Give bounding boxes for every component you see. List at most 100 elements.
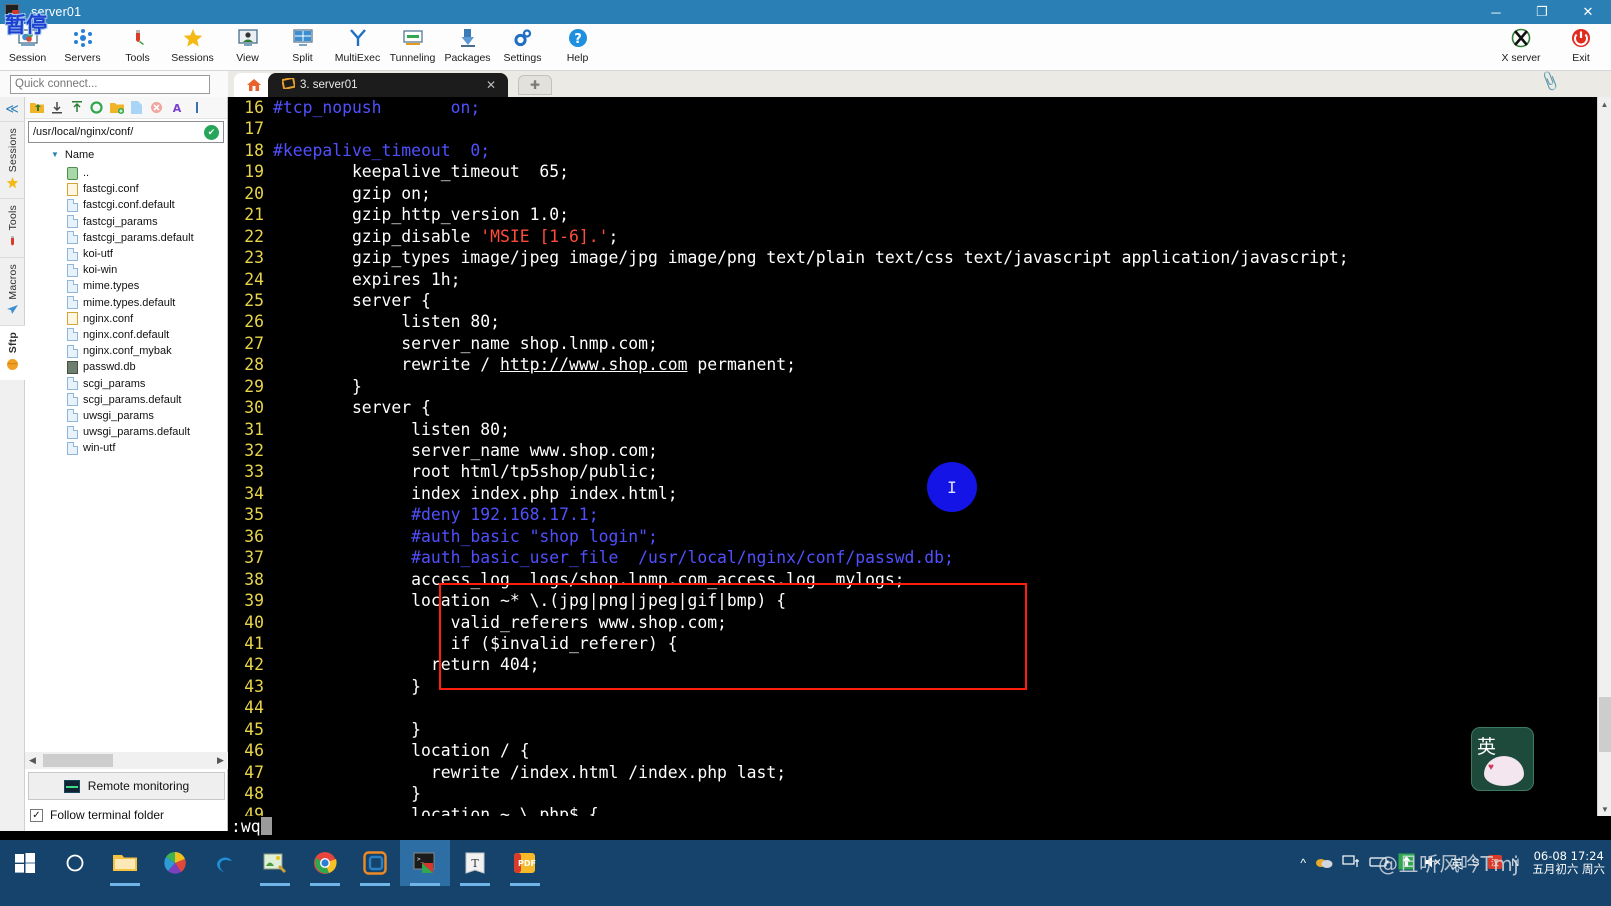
follow-terminal-folder-row[interactable]: ✓ Follow terminal folder	[30, 808, 164, 822]
close-button[interactable]: ✕	[1565, 0, 1611, 24]
typora[interactable]: T	[450, 840, 500, 886]
download-icon[interactable]	[49, 100, 64, 115]
terminal-vertical-scrollbar[interactable]: ▲ ▼	[1597, 97, 1611, 816]
svg-text:T: T	[471, 857, 479, 870]
sftp-horizontal-scrollbar[interactable]: ◀ ▶	[25, 752, 228, 769]
terminal-view[interactable]: 16 #tcp_nopush on; 17 18 #keepalive_timeout …	[228, 97, 1597, 816]
mobaxterm[interactable]: >_	[400, 840, 450, 886]
info-icon[interactable]	[189, 100, 204, 115]
onedrive-icon[interactable]	[1315, 855, 1333, 872]
minimize-button[interactable]: ─	[1473, 0, 1519, 24]
line-text: server {	[273, 290, 431, 311]
file-row[interactable]: fastcgi.conf.default	[25, 197, 228, 213]
sidebar-tab-tools[interactable]: Tools	[0, 198, 25, 257]
file-row[interactable]: koi-win	[25, 262, 228, 278]
text-mode-icon[interactable]: A	[169, 100, 184, 115]
sftp-file-list[interactable]: .. fastcgi.conf fastcgi.conf.default fastcg…	[25, 165, 228, 849]
quick-connect-input[interactable]	[10, 74, 210, 94]
new-folder-icon[interactable]	[109, 100, 124, 115]
ribbon-label: Tunneling	[389, 52, 436, 64]
file-row[interactable]: nginx.conf_mybak	[25, 343, 228, 359]
file-row[interactable]: mime.types.default	[25, 295, 228, 311]
file-row[interactable]: nginx.conf.default	[25, 327, 228, 343]
scroll-thumb-vertical[interactable]	[1599, 697, 1611, 752]
tab-close-icon[interactable]: ✕	[486, 78, 496, 92]
code-segment: #auth_basic "shop login";	[273, 526, 658, 546]
ribbon-packages[interactable]: Packages	[440, 24, 495, 71]
scroll-down-arrow[interactable]: ▼	[1598, 802, 1611, 816]
file-row[interactable]: fastcgi.conf	[25, 181, 228, 197]
ribbon-label: Tools	[125, 52, 150, 64]
network-icon[interactable]	[1342, 854, 1360, 872]
sidebar-tab-label: Tools	[6, 205, 19, 231]
scroll-up-arrow[interactable]: ▲	[1598, 97, 1611, 111]
file-row[interactable]: uwsgi_params	[25, 408, 228, 424]
terminal-key-icon	[281, 76, 297, 92]
file-column-header[interactable]: ▼ Name	[25, 146, 227, 163]
ribbon-tunneling[interactable]: Tunneling	[385, 24, 440, 71]
ribbon-exit[interactable]: Exit	[1551, 24, 1611, 71]
ribbon-view[interactable]: View	[220, 24, 275, 71]
ribbon-x-server[interactable]: X server	[1491, 24, 1551, 71]
code-segment: permanent;	[687, 355, 797, 375]
file-row[interactable]: fastcgi_params	[25, 214, 228, 230]
ribbon-tools[interactable]: Tools	[110, 24, 165, 71]
collapse-sidebar-button[interactable]: ≪	[0, 97, 24, 121]
delete-icon[interactable]	[149, 100, 164, 115]
remote-monitoring-button[interactable]: Remote monitoring	[28, 772, 225, 800]
file-row[interactable]: mime.types	[25, 278, 228, 294]
taskbar-clock[interactable]: 06-08 17:24 五月初六 周六	[1532, 849, 1605, 876]
ime-floating-widget[interactable]: 英	[1471, 727, 1534, 791]
google-chrome[interactable]	[300, 840, 350, 886]
line-text: gzip_types image/jpeg image/jpg image/pn…	[273, 247, 1349, 268]
file-icon	[67, 247, 78, 261]
maximize-button[interactable]: ❐	[1519, 0, 1565, 24]
ribbon-servers[interactable]: Servers	[55, 24, 110, 71]
vmware-workstation[interactable]	[350, 840, 400, 886]
file-row[interactable]: nginx.conf	[25, 311, 228, 327]
ribbon-sessions[interactable]: Sessions	[165, 24, 220, 71]
file-row[interactable]: ..	[25, 165, 228, 181]
code-segment: }	[273, 784, 422, 803]
file-row[interactable]: fastcgi_params.default	[25, 230, 228, 246]
ime-heart-decoration	[1484, 756, 1524, 786]
ribbon-settings[interactable]: Settings	[495, 24, 550, 71]
scroll-left-arrow[interactable]: ◀	[25, 755, 40, 766]
pdf-reader[interactable]: PDF	[500, 840, 550, 886]
file-explorer[interactable]	[100, 840, 150, 886]
snipping-tool[interactable]	[250, 840, 300, 886]
scroll-thumb[interactable]	[43, 754, 113, 767]
running-indicator	[260, 883, 290, 886]
file-row[interactable]: koi-utf	[25, 246, 228, 262]
new-tab-button[interactable]: ✚	[518, 75, 552, 95]
search-button[interactable]	[50, 840, 100, 886]
scroll-right-arrow[interactable]: ▶	[213, 755, 228, 766]
refresh-icon[interactable]	[89, 100, 104, 115]
sidebar-tab-sftp[interactable]: Sftp	[0, 325, 25, 380]
windows-taskbar: >_ T PDF ^ 英 S 汉 N 06-08 17:24 五月初六 周六	[0, 840, 1611, 906]
file-row[interactable]: passwd.db	[25, 359, 228, 375]
upload-icon[interactable]	[69, 100, 84, 115]
file-row[interactable]: scgi_params.default	[25, 392, 228, 408]
file-row[interactable]: win-utf	[25, 440, 228, 456]
ribbon-help[interactable]: ? Help	[550, 24, 605, 71]
i-beam-icon: I	[947, 477, 957, 497]
line-number: 25	[244, 290, 264, 310]
line-text: location / {	[273, 740, 529, 761]
ribbon-label: MultiExec	[334, 52, 381, 64]
tab-server01[interactable]: 3. server01 ✕	[268, 73, 508, 97]
file-row[interactable]: uwsgi_params.default	[25, 424, 228, 440]
show-hidden-icons[interactable]: ^	[1300, 856, 1306, 870]
photos-app[interactable]	[150, 840, 200, 886]
new-file-icon[interactable]	[129, 100, 144, 115]
sidebar-tab-macros[interactable]: Macros	[0, 256, 25, 326]
sftp-path-bar[interactable]: /usr/local/nginx/conf/ ✔	[28, 121, 224, 143]
sidebar-tab-sessions[interactable]: Sessions	[0, 121, 25, 198]
microsoft-edge[interactable]	[200, 840, 250, 886]
ribbon-split[interactable]: Split	[275, 24, 330, 71]
follow-terminal-checkbox[interactable]: ✓	[30, 808, 43, 822]
start-button[interactable]	[0, 840, 50, 886]
up-folder-icon[interactable]	[29, 100, 44, 115]
ribbon-multiexec[interactable]: MultiExec	[330, 24, 385, 71]
file-row[interactable]: scgi_params	[25, 375, 228, 391]
